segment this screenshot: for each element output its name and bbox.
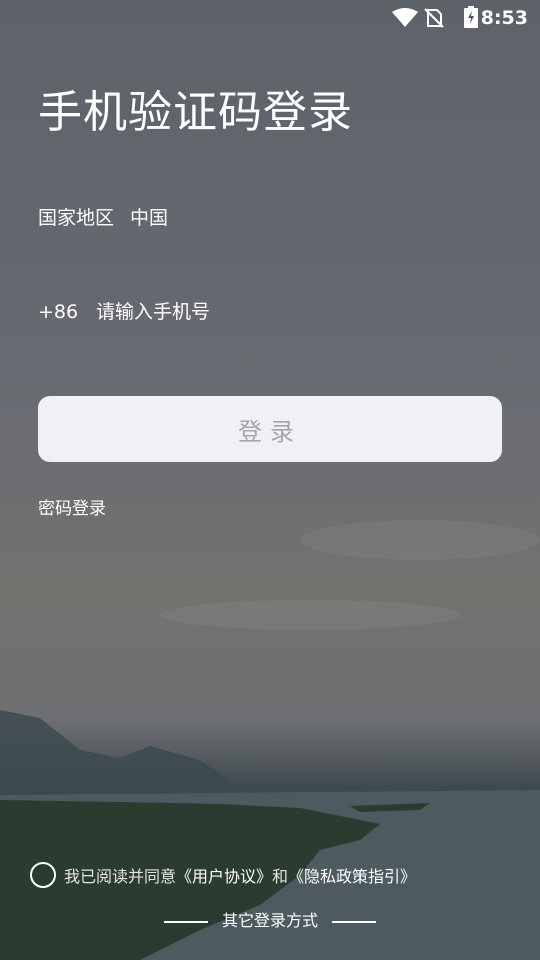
background-cloud	[160, 600, 460, 630]
status-bar: 8:53	[0, 0, 540, 36]
agreement-and: 和	[272, 867, 289, 886]
agreement-row: 我已阅读并同意 《用户协议》 和 《隐私政策指引》	[30, 862, 416, 888]
privacy-policy-link[interactable]: 《隐私政策指引》	[288, 863, 416, 887]
battery-charging-icon	[464, 6, 478, 28]
no-sim-icon	[424, 8, 444, 28]
login-button[interactable]: 登录	[38, 396, 502, 462]
phone-row: +86	[38, 301, 502, 323]
country-code[interactable]: +86	[38, 301, 90, 323]
status-time: 8:53	[480, 7, 528, 29]
user-agreement-link[interactable]: 《用户协议》	[176, 863, 272, 887]
background-cloud	[300, 520, 540, 560]
region-label: 国家地区	[38, 207, 115, 229]
password-login-link[interactable]: 密码登录	[38, 494, 106, 519]
phone-input[interactable]	[96, 301, 477, 323]
other-login-methods[interactable]: 其它登录方式	[0, 907, 540, 931]
region-selector[interactable]: 国家地区 中国	[38, 203, 168, 230]
agreement-text: 我已阅读并同意	[64, 867, 177, 886]
agreement-checkbox[interactable]	[30, 862, 56, 888]
divider-left	[163, 920, 208, 923]
page-title: 手机验证码登录	[38, 87, 353, 138]
other-login-label: 其它登录方式	[221, 911, 318, 930]
divider-right	[332, 920, 376, 923]
wifi-icon	[392, 8, 418, 27]
region-value: 中国	[130, 207, 169, 229]
